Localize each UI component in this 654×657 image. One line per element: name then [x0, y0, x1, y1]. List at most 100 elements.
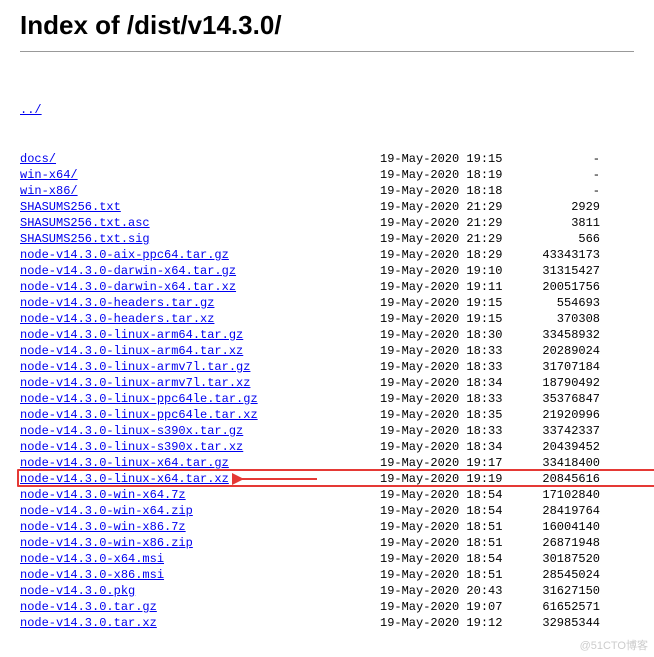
file-size: 30187520 [510, 551, 600, 567]
file-date: 19-May-2020 19:15 [380, 311, 510, 327]
file-link[interactable]: node-v14.3.0-headers.tar.gz [20, 296, 214, 310]
file-link[interactable]: node-v14.3.0-win-x64.7z [20, 488, 186, 502]
file-link[interactable]: docs/ [20, 152, 56, 166]
file-date: 19-May-2020 18:33 [380, 391, 510, 407]
file-link[interactable]: node-v14.3.0-linux-s390x.tar.xz [20, 440, 243, 454]
file-date: 19-May-2020 18:51 [380, 535, 510, 551]
file-date: 19-May-2020 18:29 [380, 247, 510, 263]
file-size: - [510, 183, 600, 199]
file-date: 19-May-2020 18:19 [380, 167, 510, 183]
file-link[interactable]: SHASUMS256.txt.sig [20, 232, 150, 246]
file-size: 20289024 [510, 343, 600, 359]
file-row: node-v14.3.0-headers.tar.xz 19-May-2020 1… [20, 311, 634, 327]
file-row: node-v14.3.0-linux-armv7l.tar.xz 19-May-2… [20, 375, 634, 391]
file-date: 19-May-2020 19:17 [380, 455, 510, 471]
file-size: 17102840 [510, 487, 600, 503]
file-size: 2929 [510, 199, 600, 215]
file-date: 19-May-2020 18:54 [380, 487, 510, 503]
file-row: node-v14.3.0-win-x86.zip 19-May-2020 18:5… [20, 535, 634, 551]
file-row: node-v14.3.0-linux-ppc64le.tar.gz 19-May-… [20, 391, 634, 407]
file-link[interactable]: node-v14.3.0-linux-arm64.tar.gz [20, 328, 243, 342]
file-date: 19-May-2020 19:19 [380, 471, 510, 487]
file-link[interactable]: node-v14.3.0-linux-armv7l.tar.xz [20, 376, 250, 390]
file-link[interactable]: SHASUMS256.txt [20, 200, 121, 214]
file-date: 19-May-2020 18:33 [380, 343, 510, 359]
file-link[interactable]: node-v14.3.0-darwin-x64.tar.xz [20, 280, 236, 294]
file-row: node-v14.3.0-linux-s390x.tar.gz 19-May-20… [20, 423, 634, 439]
parent-dir-link[interactable]: ../ [20, 103, 42, 117]
file-row: node-v14.3.0-darwin-x64.tar.gz 19-May-202… [20, 263, 634, 279]
file-link[interactable]: node-v14.3.0.tar.xz [20, 616, 157, 630]
file-row: docs/19-May-2020 19:15- [20, 151, 634, 167]
file-link[interactable]: node-v14.3.0-darwin-x64.tar.gz [20, 264, 236, 278]
file-size: 31315427 [510, 263, 600, 279]
file-link[interactable]: node-v14.3.0-linux-arm64.tar.xz [20, 344, 243, 358]
file-size: 31707184 [510, 359, 600, 375]
file-link[interactable]: node-v14.3.0-aix-ppc64.tar.gz [20, 248, 229, 262]
file-row: node-v14.3.0-win-x64.7z 19-May-2020 18:54… [20, 487, 634, 503]
file-link[interactable]: node-v14.3.0.pkg [20, 584, 135, 598]
file-row: node-v14.3.0-linux-ppc64le.tar.xz 19-May-… [20, 407, 634, 423]
file-link[interactable]: win-x64/ [20, 168, 78, 182]
file-date: 19-May-2020 19:12 [380, 615, 510, 631]
file-date: 19-May-2020 18:34 [380, 439, 510, 455]
file-link[interactable]: node-v14.3.0-linux-x64.tar.xz [20, 472, 229, 486]
file-date: 19-May-2020 18:54 [380, 551, 510, 567]
file-link[interactable]: SHASUMS256.txt.asc [20, 216, 150, 230]
file-date: 19-May-2020 19:15 [380, 151, 510, 167]
file-link[interactable]: node-v14.3.0-linux-armv7l.tar.gz [20, 360, 250, 374]
file-row: win-x86/19-May-2020 18:18- [20, 183, 634, 199]
file-date: 19-May-2020 18:54 [380, 503, 510, 519]
file-size: 31627150 [510, 583, 600, 599]
file-date: 19-May-2020 19:10 [380, 263, 510, 279]
file-date: 19-May-2020 18:18 [380, 183, 510, 199]
file-row: node-v14.3.0-win-x86.7z19-May-2020 18:51… [20, 519, 634, 535]
file-date: 19-May-2020 21:29 [380, 199, 510, 215]
file-row: node-v14.3.0-linux-arm64.tar.xz 19-May-20… [20, 343, 634, 359]
file-date: 19-May-2020 18:34 [380, 375, 510, 391]
file-date: 19-May-2020 19:07 [380, 599, 510, 615]
file-size: 3811 [510, 215, 600, 231]
file-row: node-v14.3.0-linux-arm64.tar.gz19-May-20… [20, 327, 634, 343]
file-link[interactable]: win-x86/ [20, 184, 78, 198]
file-date: 19-May-2020 18:35 [380, 407, 510, 423]
file-size: 28419764 [510, 503, 600, 519]
file-link[interactable]: node-v14.3.0-x64.msi [20, 552, 164, 566]
file-row: SHASUMS256.txt 19-May-2020 21:292929 [20, 199, 634, 215]
file-size: 33742337 [510, 423, 600, 439]
file-row: node-v14.3.0.pkg19-May-2020 20:433162715… [20, 583, 634, 599]
watermark: @51CTO博客 [580, 637, 648, 653]
file-link[interactable]: node-v14.3.0-x86.msi [20, 568, 164, 582]
parent-dir-row: ../ [20, 102, 634, 118]
page-title: Index of /dist/v14.3.0/ [20, 10, 634, 41]
file-link[interactable]: node-v14.3.0-win-x86.zip [20, 536, 193, 550]
file-size: 35376847 [510, 391, 600, 407]
file-date: 19-May-2020 19:15 [380, 295, 510, 311]
file-size: 32985344 [510, 615, 600, 631]
file-size: 370308 [510, 311, 600, 327]
file-link[interactable]: node-v14.3.0-win-x64.zip [20, 504, 193, 518]
file-link[interactable]: node-v14.3.0-headers.tar.xz [20, 312, 214, 326]
file-row: win-x64/19-May-2020 18:19- [20, 167, 634, 183]
file-size: 20051756 [510, 279, 600, 295]
file-row: node-v14.3.0-linux-s390x.tar.xz 19-May-20… [20, 439, 634, 455]
file-link[interactable]: node-v14.3.0-linux-x64.tar.gz [20, 456, 229, 470]
file-row: node-v14.3.0-linux-armv7l.tar.gz19-May-2… [20, 359, 634, 375]
file-size: 21920996 [510, 407, 600, 423]
file-link[interactable]: node-v14.3.0-linux-s390x.tar.gz [20, 424, 243, 438]
divider [20, 51, 634, 52]
file-size: 20439452 [510, 439, 600, 455]
file-listing: ../ docs/19-May-2020 19:15-win-x64/19-Ma… [20, 70, 634, 647]
file-link[interactable]: node-v14.3.0-linux-ppc64le.tar.gz [20, 392, 258, 406]
file-link[interactable]: node-v14.3.0.tar.gz [20, 600, 157, 614]
file-link[interactable]: node-v14.3.0-linux-ppc64le.tar.xz [20, 408, 258, 422]
file-date: 19-May-2020 18:33 [380, 423, 510, 439]
file-row: SHASUMS256.txt.sig19-May-2020 21:29566 [20, 231, 634, 247]
file-size: 43343173 [510, 247, 600, 263]
file-size: 28545024 [510, 567, 600, 583]
file-row: node-v14.3.0-darwin-x64.tar.xz19-May-202… [20, 279, 634, 295]
file-size: 33418400 [510, 455, 600, 471]
file-size: 18790492 [510, 375, 600, 391]
file-link[interactable]: node-v14.3.0-win-x86.7z [20, 520, 186, 534]
file-row: node-v14.3.0-aix-ppc64.tar.gz 19-May-2020… [20, 247, 634, 263]
